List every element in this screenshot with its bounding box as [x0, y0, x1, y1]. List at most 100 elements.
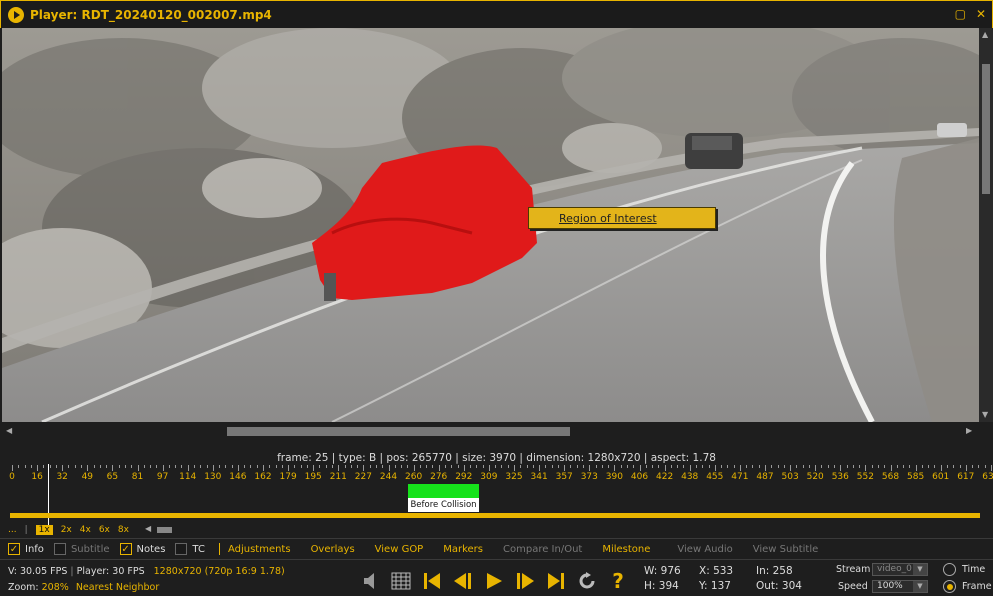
view-subtitle-button[interactable]: View Subtitle: [753, 544, 819, 555]
zoom-6x[interactable]: 6x: [99, 525, 110, 535]
ruler-tick: [940, 465, 942, 471]
ruler-tick: [338, 465, 340, 471]
loop-icon[interactable]: [577, 571, 597, 591]
scroll-down-icon[interactable]: ▼: [982, 410, 988, 419]
ruler-minor-tick: [401, 465, 403, 468]
ruler-label: 260: [405, 472, 423, 482]
time-radio[interactable]: Time: [943, 563, 985, 576]
roi-height: H: 394: [644, 580, 679, 592]
ruler-minor-tick: [357, 465, 359, 468]
ruler-minor-tick: [658, 465, 660, 468]
ruler-minor-tick: [683, 465, 685, 468]
ruler-label: 520: [806, 472, 824, 482]
vertical-scroll-thumb[interactable]: [982, 64, 990, 194]
ruler-minor-tick: [608, 465, 610, 468]
horizontal-scroll-thumb[interactable]: [227, 427, 570, 436]
ruler-minor-tick: [620, 465, 622, 468]
notes-label: Notes: [136, 543, 166, 555]
grid-icon[interactable]: [391, 571, 411, 591]
ruler-minor-tick: [595, 465, 597, 468]
step-forward-icon[interactable]: [515, 571, 535, 591]
markers-button[interactable]: Markers: [443, 544, 483, 555]
zoom-8x[interactable]: 8x: [118, 525, 129, 535]
ruler-minor-tick: [319, 465, 321, 468]
speed-select[interactable]: 100% ▼: [872, 580, 928, 593]
ruler-minor-tick: [984, 465, 986, 468]
ruler-minor-tick: [332, 465, 334, 468]
help-icon[interactable]: ?: [608, 569, 628, 593]
video-fps: V: 30.05 FPS: [8, 566, 68, 577]
ruler-minor-tick: [827, 465, 829, 468]
scroll-left-icon[interactable]: ◀: [6, 426, 12, 435]
ruler-minor-tick: [702, 465, 704, 468]
horizontal-scrollbar[interactable]: ◀ ▶: [0, 424, 993, 438]
subtitle-checkbox[interactable]: Subtitle: [53, 543, 110, 555]
adjustments-button[interactable]: Adjustments: [228, 544, 291, 555]
ruler-tick: [388, 465, 390, 471]
ruler-minor-tick: [532, 465, 534, 468]
empty-box: [175, 543, 188, 555]
ruler-tick: [990, 465, 992, 471]
tc-checkbox[interactable]: TC: [175, 543, 205, 555]
compare-in-out-button[interactable]: Compare In/Out: [503, 544, 582, 555]
ruler-minor-tick: [871, 465, 873, 468]
vertical-scrollbar[interactable]: ▲ ▼: [979, 28, 993, 422]
ruler-tick: [965, 465, 967, 471]
ruler-minor-tick: [250, 465, 252, 468]
skip-to-start-icon[interactable]: [422, 571, 442, 591]
mini-scroll-thumb[interactable]: [157, 527, 172, 533]
tc-label: TC: [192, 543, 205, 555]
ruler-tick: [212, 465, 214, 471]
ruler-minor-tick: [708, 465, 710, 468]
stream-select[interactable]: video_0 ▼: [872, 563, 928, 576]
scroll-up-icon[interactable]: ▲: [982, 30, 988, 39]
overlays-button[interactable]: Overlays: [311, 544, 355, 555]
close-icon[interactable]: ✕: [976, 7, 986, 21]
zoom-4x[interactable]: 4x: [80, 525, 91, 535]
frame-radio[interactable]: Frame: [943, 580, 992, 593]
playhead[interactable]: [48, 464, 49, 528]
frame-label: Frame: [962, 581, 992, 592]
player-fps: Player: 30 FPS: [76, 566, 145, 577]
view-audio-button[interactable]: View Audio: [677, 544, 732, 555]
scroll-right-icon[interactable]: ▶: [966, 426, 972, 435]
ruler-minor-tick: [727, 465, 729, 468]
ruler-tick: [488, 465, 490, 471]
volume-icon[interactable]: [360, 571, 380, 591]
video-viewport[interactable]: [2, 28, 979, 422]
ruler-minor-tick: [551, 465, 553, 468]
marker-range[interactable]: [408, 484, 479, 498]
info-checkbox[interactable]: ✓ Info: [8, 543, 44, 555]
ruler-minor-tick: [570, 465, 572, 468]
marker-label[interactable]: Before Collision: [408, 498, 479, 512]
notes-checkbox[interactable]: ✓ Notes: [119, 543, 166, 555]
ruler-label: 617: [957, 472, 975, 482]
skip-to-end-icon[interactable]: [546, 571, 566, 591]
ruler-label: 552: [856, 472, 874, 482]
mini-scroll-left-icon[interactable]: ◀: [145, 524, 151, 533]
ruler-minor-tick: [928, 465, 930, 468]
ruler-minor-tick: [143, 465, 145, 468]
milestone-button[interactable]: Milestone: [602, 544, 650, 555]
ruler-tick: [614, 465, 616, 471]
ruler-minor-tick: [670, 465, 672, 468]
view-gop-button[interactable]: View GOP: [375, 544, 424, 555]
zoom-more[interactable]: ...: [8, 525, 17, 535]
roi-label-text: Region of Interest: [559, 211, 657, 225]
ruler-minor-tick: [68, 465, 70, 468]
ruler-minor-tick: [934, 465, 936, 468]
ruler-tick: [564, 465, 566, 471]
ruler-minor-tick: [808, 465, 810, 468]
ruler-minor-tick: [909, 465, 911, 468]
step-back-icon[interactable]: [453, 571, 473, 591]
ruler-tick: [664, 465, 666, 471]
zoom-2x[interactable]: 2x: [61, 525, 72, 535]
ruler-minor-tick: [652, 465, 654, 468]
maximize-icon[interactable]: ▢: [955, 7, 966, 21]
ruler-label: 16: [31, 472, 43, 482]
timeline-track[interactable]: [10, 513, 980, 518]
timeline-ruler[interactable]: 0 16 32 49 65 81 97 114 130 146 162 179 195 211 227 244…: [4, 465, 993, 485]
roi-label[interactable]: Region of Interest: [528, 207, 716, 229]
zoom-1x[interactable]: 1x: [35, 525, 53, 535]
play-icon[interactable]: [484, 571, 504, 591]
